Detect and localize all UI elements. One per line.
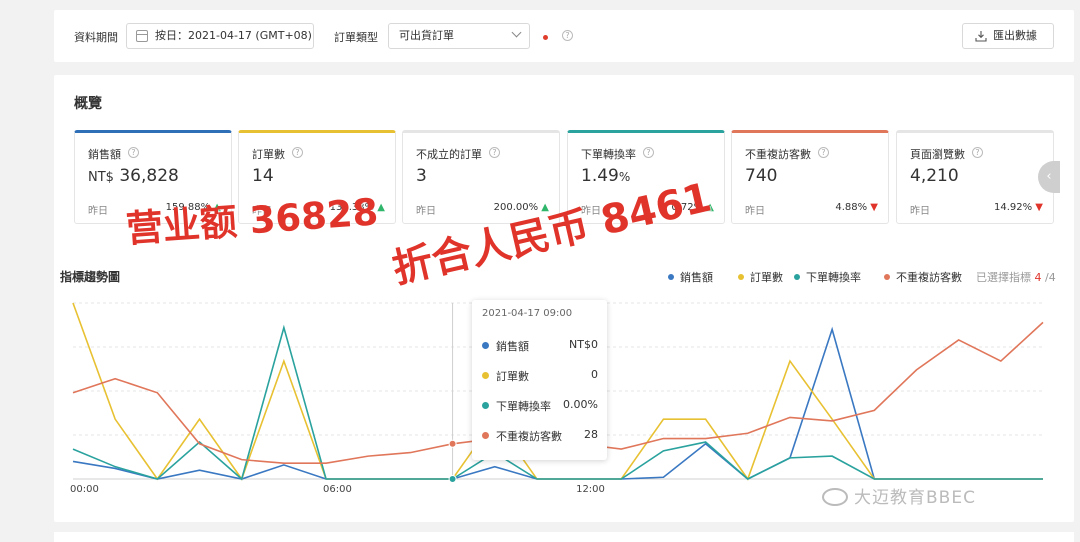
next-panel-edge xyxy=(54,532,1074,542)
tooltip-label: 下單轉換率 xyxy=(496,400,551,413)
calendar-icon xyxy=(136,30,148,42)
x-tick-label: 06:00 xyxy=(323,484,352,495)
tooltip-dot xyxy=(482,402,489,409)
status-dot xyxy=(543,35,548,40)
chart-tooltip: 2021-04-17 09:00 銷售額 NT$0 訂單數 0 下單轉換率 0.00% 不重… xyxy=(472,300,607,460)
tooltip-value: 0 xyxy=(591,368,598,381)
watermark: 大迈教育BBEC xyxy=(822,483,976,508)
tooltip-date: 2021-04-17 09:00 xyxy=(482,308,573,319)
tooltip-value: 28 xyxy=(584,428,598,441)
tooltip-row: 銷售額 NT$0 xyxy=(482,338,598,353)
download-icon xyxy=(975,31,987,42)
x-tick-label: 12:00 xyxy=(576,484,605,495)
export-label: 匯出數據 xyxy=(993,29,1037,42)
tooltip-value: 0.00% xyxy=(563,398,598,411)
overview-panel: 概覽 銷售額? NT$ 36,828 昨日 159.88% ▲ 訂單數? 14 昨日 133… xyxy=(54,75,1074,522)
order-type-label: 訂單類型 xyxy=(334,31,378,44)
tooltip-row: 訂單數 0 xyxy=(482,368,598,383)
hover-point-2 xyxy=(448,475,457,483)
period-label: 資料期間 xyxy=(74,31,118,44)
tooltip-row: 不重複訪客數 28 xyxy=(482,428,598,443)
tooltip-dot xyxy=(482,432,489,439)
tooltip-dot xyxy=(482,372,489,379)
date-picker[interactable]: 按日：2021-04-17 (GMT+08) xyxy=(126,23,314,49)
export-button[interactable]: 匯出數據 xyxy=(962,23,1054,49)
order-type-value: 可出貨訂單 xyxy=(399,29,454,42)
tooltip-row: 下單轉換率 0.00% xyxy=(482,398,598,413)
date-value: 按日：2021-04-17 (GMT+08) xyxy=(155,29,312,42)
tooltip-dot xyxy=(482,342,489,349)
order-type-select[interactable]: 可出貨訂單 xyxy=(388,23,530,49)
tooltip-label: 銷售額 xyxy=(496,340,529,353)
x-tick-label: 00:00 xyxy=(70,484,99,495)
tooltip-value: NT$0 xyxy=(569,338,598,351)
tooltip-label: 訂單數 xyxy=(496,370,529,383)
chevron-down-icon xyxy=(511,27,522,38)
wechat-icon xyxy=(822,488,848,506)
help-icon[interactable]: ? xyxy=(562,30,573,41)
filter-bar: 資料期間 按日：2021-04-17 (GMT+08) 訂單類型 可出貨訂單 ?… xyxy=(54,10,1074,62)
tooltip-label: 不重複訪客數 xyxy=(496,430,562,443)
hover-point-3 xyxy=(448,439,457,448)
